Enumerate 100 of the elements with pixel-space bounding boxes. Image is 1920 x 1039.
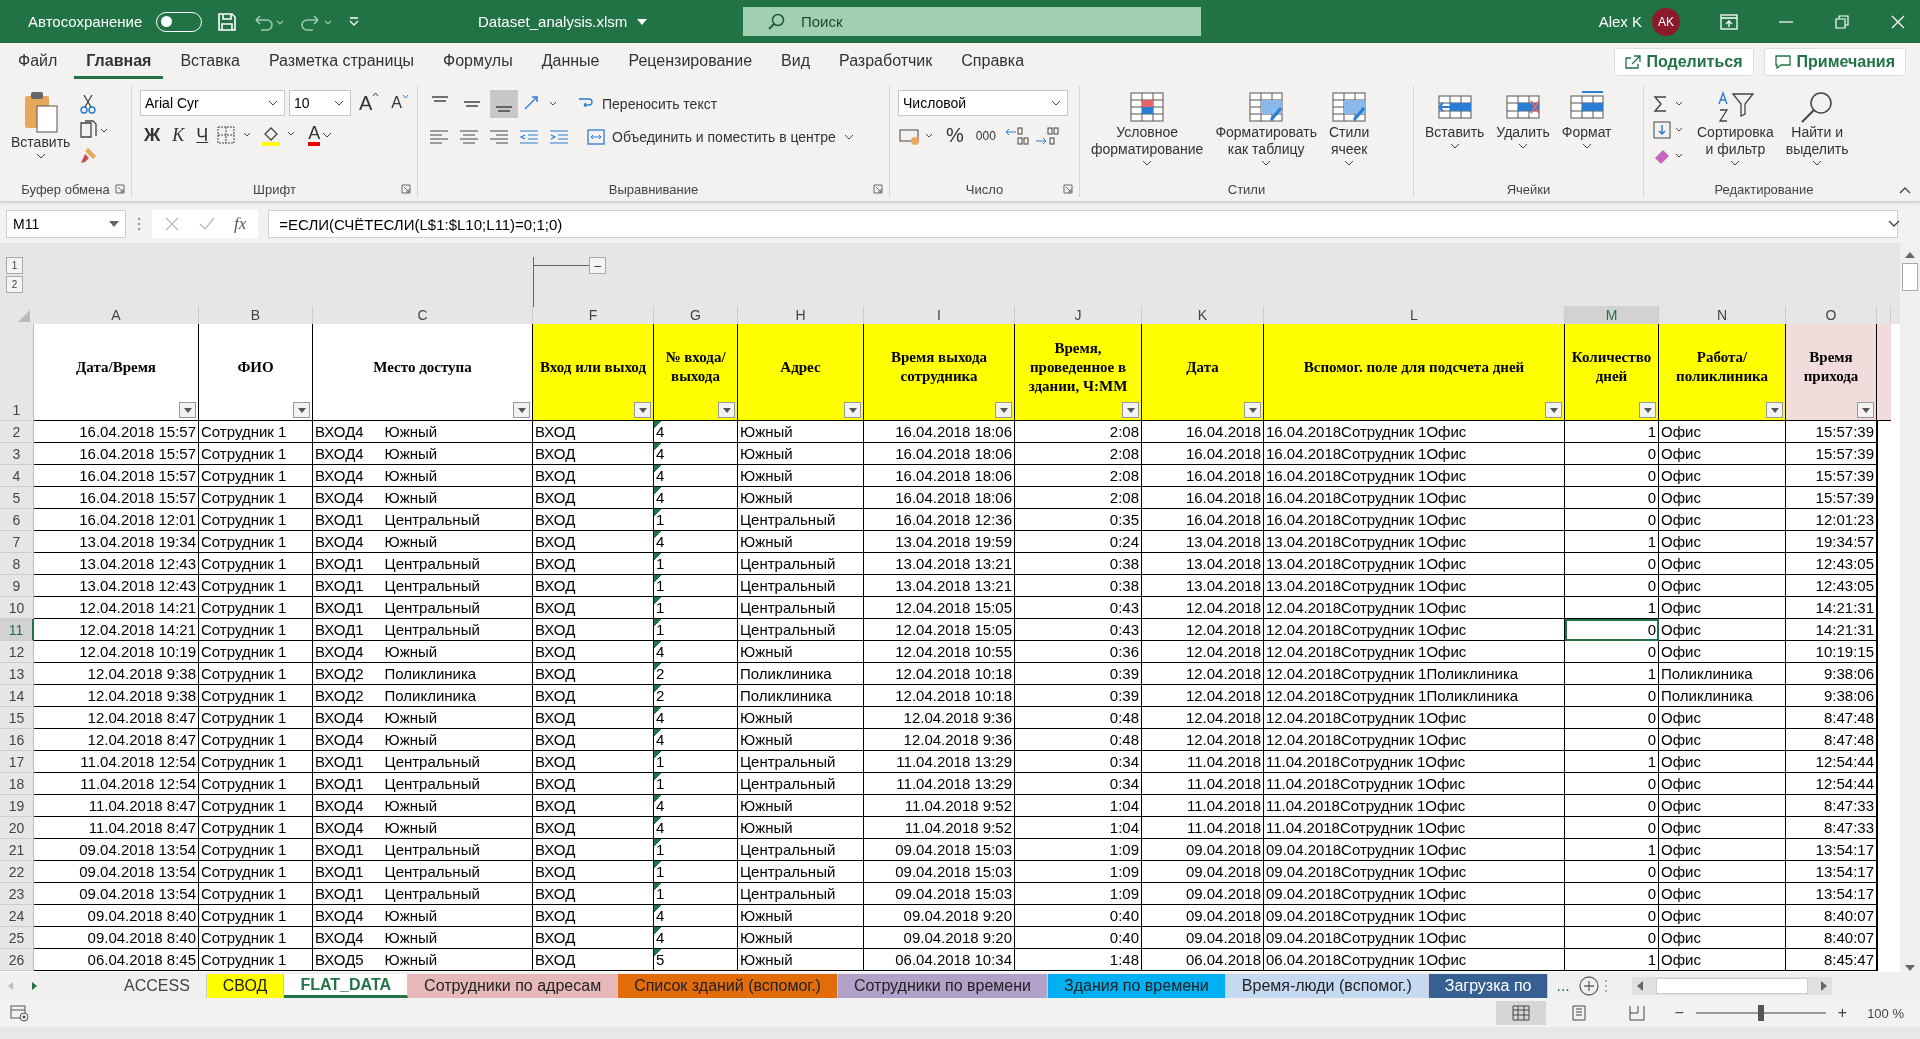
sheet-tab[interactable]: Сотрудники по времени <box>837 973 1049 998</box>
more-sheets-button[interactable]: ... <box>1552 976 1574 995</box>
zoom-slider[interactable] <box>1695 1004 1826 1022</box>
font-size-dropdown[interactable]: 10 <box>289 90 351 116</box>
macro-recording-icon[interactable] <box>10 1004 30 1022</box>
sheet-tab[interactable]: Время-люди (вспомог.) <box>1225 973 1429 998</box>
font-color-button[interactable]: A <box>304 124 339 146</box>
scroll-up-icon[interactable] <box>1905 251 1915 259</box>
wrap-text-button[interactable]: Переносить текст <box>576 94 718 114</box>
ribbon-tab[interactable]: Разметка страницы <box>256 44 427 79</box>
filter-button[interactable] <box>1639 402 1656 418</box>
normal-view-button[interactable] <box>1496 1001 1547 1025</box>
customize-toolbar-icon[interactable] <box>348 15 361 28</box>
file-name-menu[interactable]: Dataset_analysis.xlsm <box>478 13 648 30</box>
dialog-launcher-icon[interactable] <box>873 184 883 194</box>
number-format-dropdown[interactable]: Числовой <box>898 90 1068 116</box>
editing-button[interactable]: Найти и выделить <box>1782 90 1852 168</box>
italic-button[interactable]: К <box>168 124 189 146</box>
expand-formula-icon[interactable] <box>1888 220 1900 228</box>
zoom-level[interactable]: 100 % <box>1867 1005 1904 1021</box>
percent-button[interactable]: % <box>942 124 968 147</box>
bold-button[interactable]: Ж <box>140 124 165 146</box>
outline-level-button[interactable]: 2 <box>6 276 23 293</box>
zoom-out-button[interactable]: − <box>1670 1004 1688 1022</box>
search-field[interactable]: Поиск <box>743 7 1201 36</box>
filter-button[interactable] <box>513 402 530 418</box>
ribbon-tab[interactable]: Главная <box>74 44 164 79</box>
scroll-right-icon[interactable] <box>1819 980 1828 991</box>
paste-button[interactable]: Вставить <box>8 90 74 161</box>
user-avatar[interactable]: AK <box>1652 7 1680 36</box>
scrollbar-thumb[interactable] <box>1655 977 1808 994</box>
restore-icon[interactable] <box>1834 13 1850 30</box>
horizontal-scrollbar[interactable] <box>1631 976 1832 995</box>
cells-button[interactable]: Вставить <box>1422 90 1488 151</box>
underline-button[interactable]: Ч <box>192 124 213 146</box>
dialog-launcher-icon[interactable] <box>115 184 125 194</box>
share-button[interactable]: Поделиться <box>1613 47 1754 76</box>
group-label: Буфер обмена <box>21 181 110 197</box>
scroll-left-icon[interactable] <box>1635 980 1644 991</box>
filter-button[interactable] <box>844 402 861 418</box>
merge-center-button[interactable]: Объединить и поместить в центре <box>586 127 856 147</box>
insert-function-button[interactable]: fx <box>234 214 247 234</box>
close-icon[interactable] <box>1890 13 1906 30</box>
ribbon-tab[interactable]: Данные <box>529 44 612 79</box>
sheet-tab[interactable]: FLAT_DATA <box>284 973 409 998</box>
ribbon-tab[interactable]: Формулы <box>431 44 525 79</box>
save-icon[interactable] <box>216 10 239 33</box>
filter-button[interactable] <box>995 402 1012 418</box>
ribbon-tab[interactable]: Вставка <box>168 44 252 79</box>
sheet-tab[interactable]: Загрузка по <box>1428 973 1549 998</box>
sheet-tab[interactable]: Сотрудники по адресам <box>408 973 619 998</box>
dialog-launcher-icon[interactable] <box>1063 184 1073 194</box>
add-sheet-icon[interactable] <box>1577 974 1600 997</box>
increase-decimal-icon[interactable] <box>1003 124 1030 147</box>
filter-button[interactable] <box>1244 402 1261 418</box>
decrease-decimal-icon[interactable] <box>1033 124 1060 147</box>
filter-button[interactable] <box>1766 402 1783 418</box>
scrollbar-thumb[interactable] <box>1902 263 1918 291</box>
row-number: 12 <box>0 641 34 663</box>
styles-button[interactable]: Стили ячеек <box>1326 90 1373 168</box>
styles-button[interactable]: Условное форматирование <box>1088 90 1207 168</box>
cells-button[interactable]: Формат <box>1558 90 1615 151</box>
zoom-in-button[interactable]: + <box>1833 1004 1852 1022</box>
sheet-tab[interactable]: Здания по времени <box>1048 973 1226 998</box>
sheet-tab[interactable]: Список зданий (вспомог.) <box>618 973 838 998</box>
name-box[interactable]: M11 <box>6 210 126 238</box>
cut-icon[interactable] <box>79 94 98 114</box>
cells-button[interactable]: Удалить <box>1493 90 1553 151</box>
filter-button[interactable] <box>634 402 651 418</box>
filter-button[interactable] <box>718 402 735 418</box>
ribbon-tab[interactable]: Вид <box>769 44 822 79</box>
dialog-launcher-icon[interactable] <box>401 184 411 194</box>
thousands-separator-button[interactable]: 000 <box>971 128 1000 143</box>
ribbon-display-icon[interactable] <box>1720 13 1738 30</box>
filter-button[interactable] <box>179 402 196 418</box>
filter-button[interactable] <box>1857 402 1874 418</box>
styles-button[interactable]: Форматировать как таблицу <box>1212 90 1320 168</box>
font-family-dropdown[interactable]: Arial Cyr <box>140 90 285 116</box>
sheet-tab[interactable]: ACCESS <box>108 973 207 998</box>
table-cell: 0 <box>1565 861 1659 883</box>
filter-button[interactable] <box>1122 402 1139 418</box>
sheet-tab[interactable]: СВОД <box>206 973 285 998</box>
ribbon-tab[interactable]: Файл <box>6 44 70 79</box>
column-letter[interactable]: M <box>1565 306 1659 326</box>
splitter-handle-icon[interactable] <box>1603 977 1608 994</box>
ribbon-tab[interactable]: Рецензирование <box>616 44 765 79</box>
collapse-ribbon-icon[interactable] <box>1898 185 1912 195</box>
vertical-align-icon[interactable] <box>490 90 518 118</box>
comments-button[interactable]: Примечания <box>1763 47 1906 76</box>
outline-collapse-button[interactable]: − <box>589 257 606 274</box>
outline-level-button[interactable]: 1 <box>6 257 23 274</box>
filter-button[interactable] <box>293 402 310 418</box>
editing-button[interactable]: Сортировка и фильтр <box>1694 90 1777 168</box>
ribbon-tab[interactable]: Справка <box>949 44 1037 79</box>
ribbon-tab[interactable]: Разработчик <box>827 44 945 79</box>
filter-button[interactable] <box>1545 402 1562 418</box>
decrease-font-button[interactable]: A <box>387 94 413 112</box>
copy-icon[interactable] <box>79 120 110 140</box>
formula-field[interactable]: =ЕСЛИ(СЧЁТЕСЛИ(L$1:$L10;L11)=0;1;0) <box>268 210 1898 238</box>
increase-font-button[interactable]: A <box>355 91 384 115</box>
